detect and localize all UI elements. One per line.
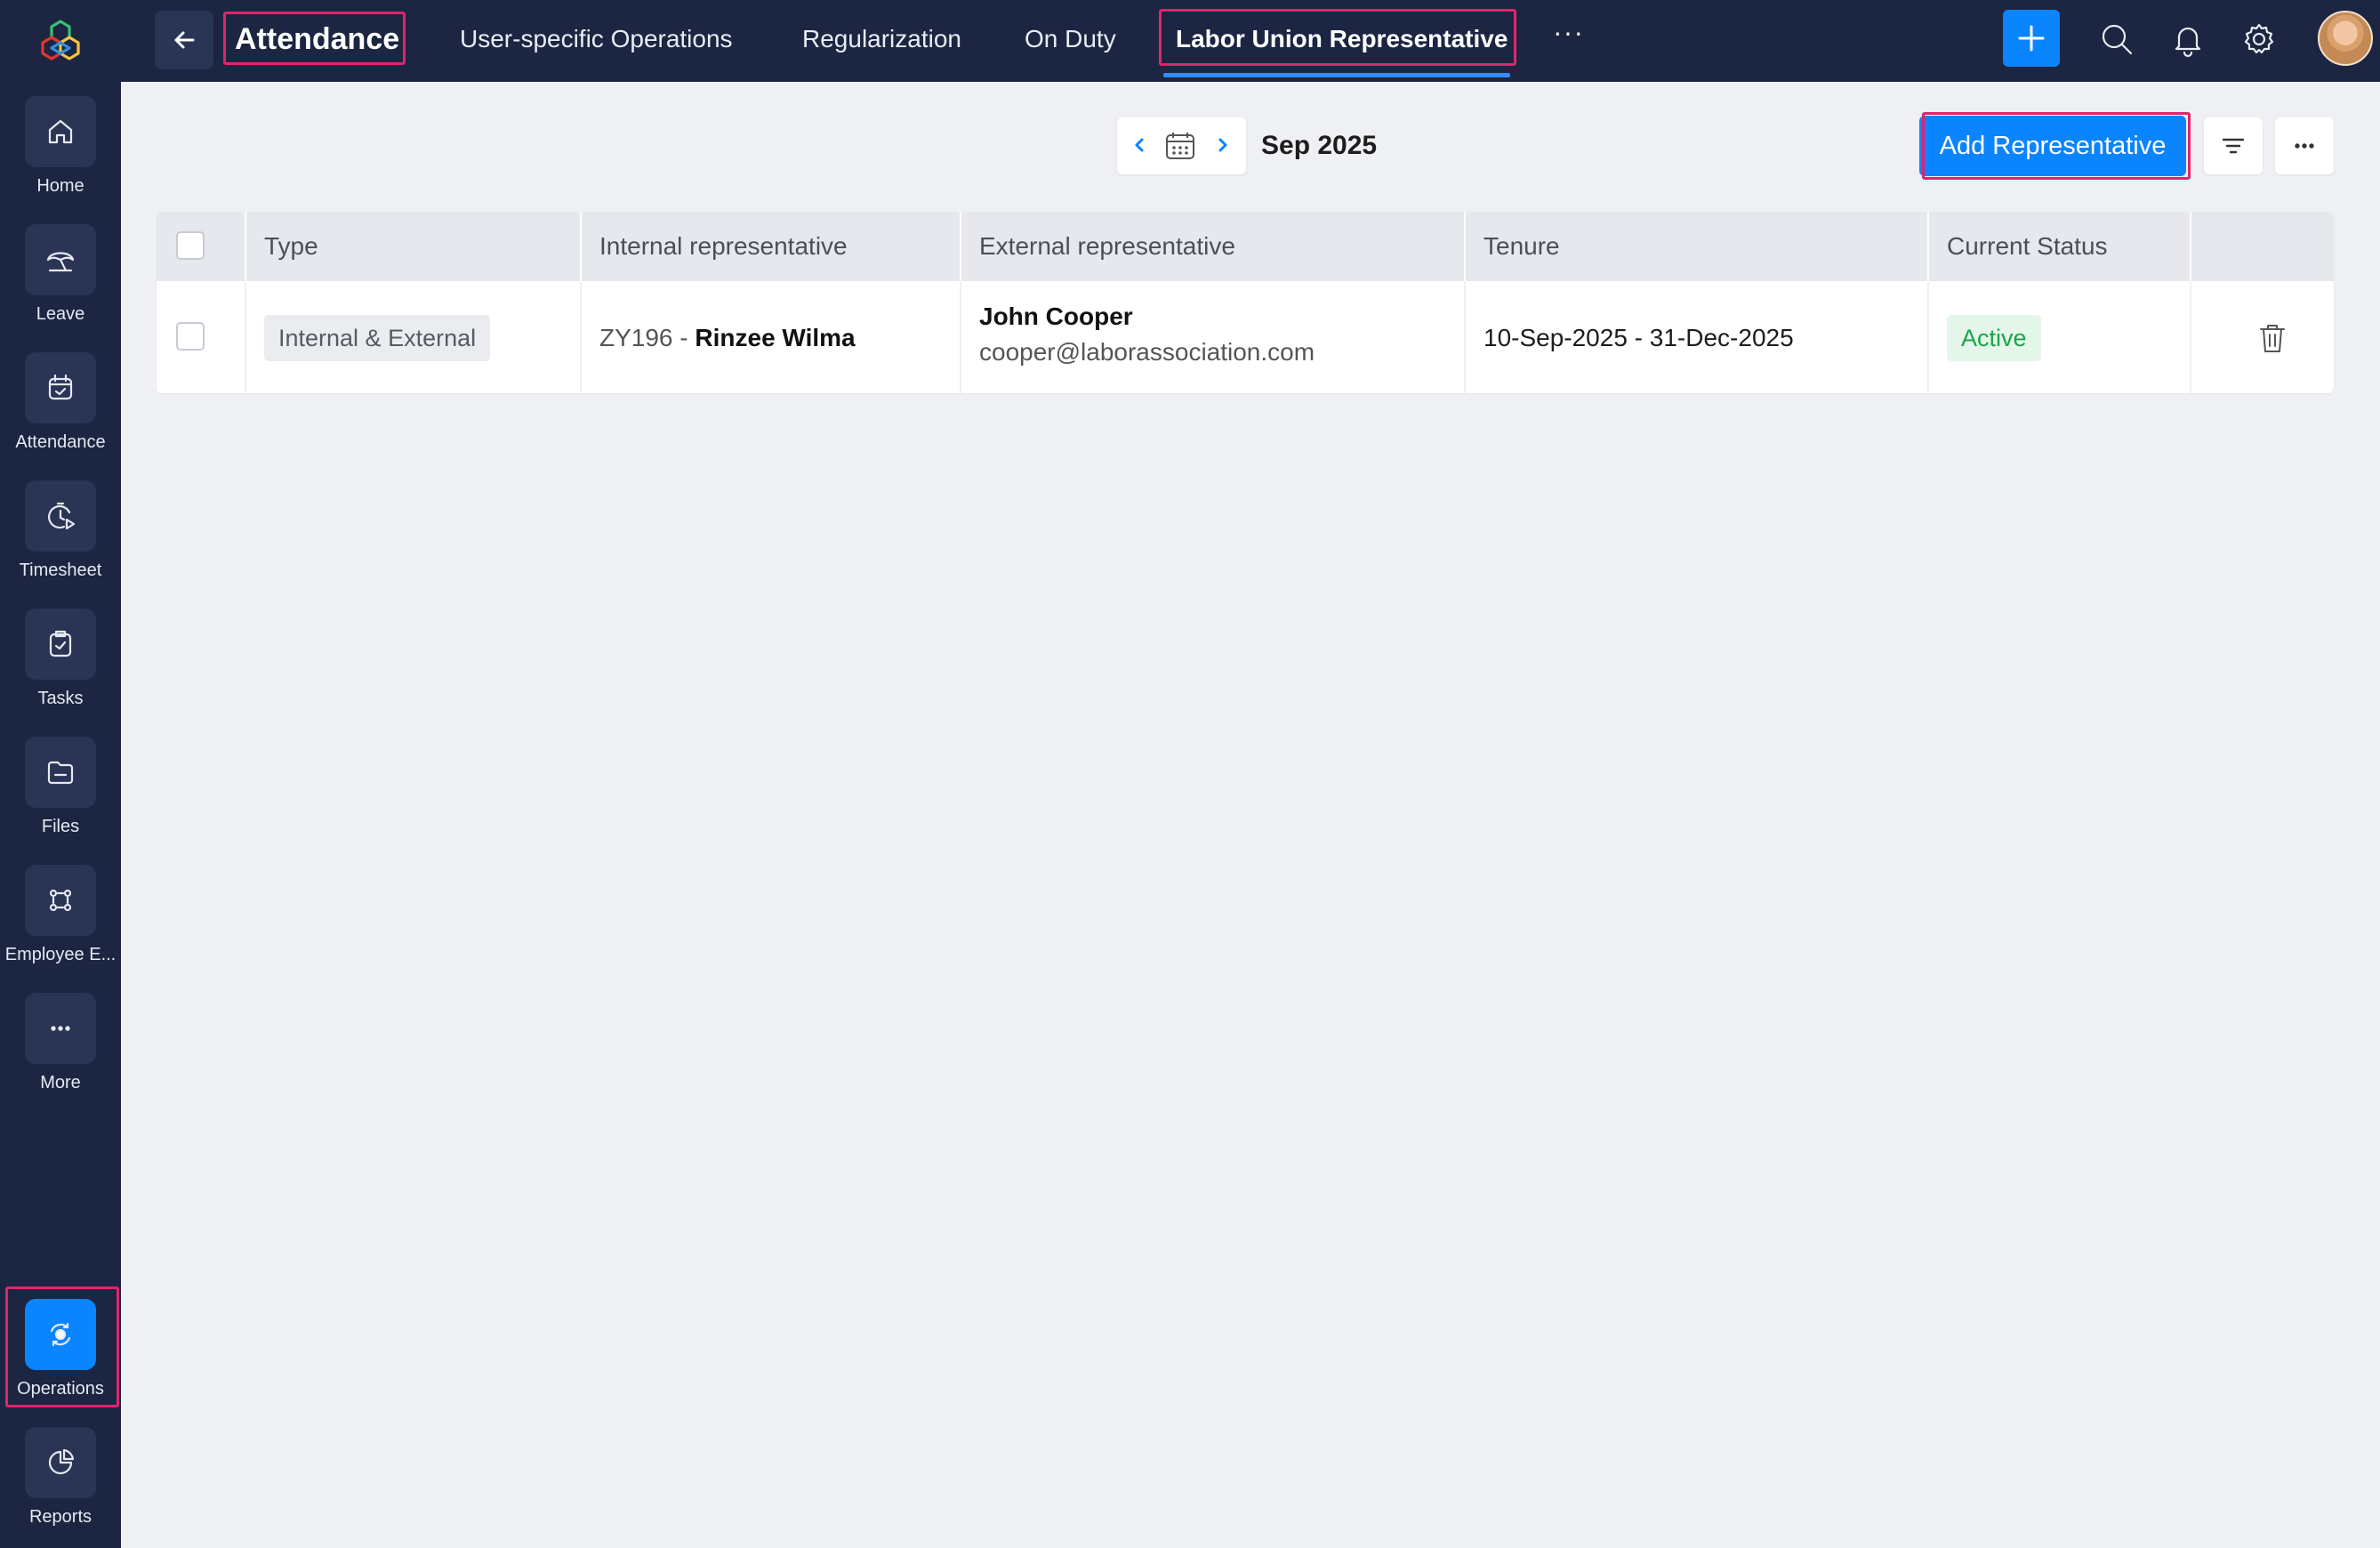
- actions-cell: [2191, 281, 2334, 393]
- calendar-check-icon: [25, 352, 96, 423]
- back-button[interactable]: [155, 11, 213, 69]
- clipboard-check-icon: [25, 609, 96, 680]
- home-icon: [25, 96, 96, 167]
- select-all-checkbox[interactable]: [176, 231, 205, 260]
- tab-labor-union-representative[interactable]: Labor Union Representative: [1176, 20, 1508, 59]
- sidebar-item-label: Leave: [36, 304, 85, 324]
- employee-id: ZY196 -: [599, 324, 696, 351]
- type-badge: Internal & External: [264, 315, 491, 361]
- chevron-left-icon: [1135, 138, 1144, 152]
- avatar[interactable]: [2318, 11, 2373, 66]
- app-logo[interactable]: [34, 14, 87, 68]
- more-horizontal-icon: [2295, 143, 2314, 149]
- arrow-left-icon: [174, 31, 195, 49]
- operations-icon: [25, 1299, 96, 1370]
- external-representative-cell: John Cooper cooper@laborassociation.com: [961, 281, 1466, 393]
- trash-icon: [2260, 325, 2285, 352]
- tenure-cell: 10-Sep-2025 - 31-Dec-2025: [1466, 281, 1929, 393]
- sidebar-item-label: Operations: [17, 1379, 104, 1399]
- internal-representative-cell: ZY196 - Rinzee Wilma: [582, 281, 961, 393]
- sidebar-item-label: Tasks: [37, 689, 84, 708]
- sidebar-item-attendance[interactable]: Attendance: [0, 352, 121, 473]
- more-actions-button[interactable]: [2275, 117, 2334, 174]
- active-tab-indicator: [1163, 73, 1510, 77]
- row-select-cell: [157, 281, 246, 393]
- sidebar-item-timesheet[interactable]: Timesheet: [0, 480, 121, 601]
- sidebar-item-label: Attendance: [15, 432, 106, 452]
- table-header: Type Internal representative External re…: [157, 212, 2334, 281]
- next-month-button[interactable]: [1210, 132, 1236, 158]
- sidebar-item-label: Files: [41, 817, 80, 836]
- tab-user-specific-operations[interactable]: User-specific Operations: [460, 20, 733, 59]
- sidebar-item-label: Reports: [28, 1507, 92, 1527]
- folder-icon: [25, 737, 96, 808]
- delete-button[interactable]: [2255, 320, 2289, 356]
- sidebar-item-label: Timesheet: [19, 560, 102, 580]
- sidebar-item-tasks[interactable]: Tasks: [0, 609, 121, 730]
- filter-button[interactable]: [2204, 117, 2263, 174]
- top-bar: Attendance User-specific Operations Regu…: [121, 0, 2380, 82]
- sidebar: Home Leave Attendance Timesheet Tasks Fi…: [0, 0, 121, 1548]
- status-badge: Active: [1947, 315, 2041, 361]
- settings-button[interactable]: [2239, 20, 2279, 59]
- sidebar-item-label: More: [40, 1073, 81, 1092]
- notifications-button[interactable]: [2168, 20, 2207, 59]
- search-button[interactable]: [2097, 20, 2136, 59]
- row-checkbox[interactable]: [176, 322, 205, 351]
- sidebar-item-more[interactable]: More: [0, 993, 121, 1114]
- sidebar-item-reports[interactable]: Reports: [0, 1427, 121, 1548]
- sidebar-item-label: Employee E...: [4, 945, 117, 964]
- type-cell: Internal & External: [246, 281, 582, 393]
- bell-icon: [2175, 27, 2201, 58]
- tabs-more-button[interactable]: ···: [1553, 16, 1584, 49]
- column-header-current-status[interactable]: Current Status: [1929, 212, 2191, 281]
- tenure-range: 10-Sep-2025 - 31-Dec-2025: [1483, 324, 1794, 351]
- gear-icon: [2244, 23, 2274, 54]
- chevron-right-icon: [1218, 138, 1227, 152]
- column-header-external-representative[interactable]: External representative: [961, 212, 1466, 281]
- column-header-type[interactable]: Type: [246, 212, 582, 281]
- column-header-actions: [2191, 212, 2334, 281]
- plus-icon: [2018, 25, 2045, 52]
- column-header-tenure[interactable]: Tenure: [1466, 212, 1929, 281]
- selected-period: Sep 2025: [1261, 131, 1378, 160]
- date-navigator: [1117, 117, 1246, 174]
- previous-month-button[interactable]: [1126, 132, 1153, 158]
- sidebar-item-leave[interactable]: Leave: [0, 224, 121, 345]
- module-title: Attendance: [235, 22, 400, 56]
- column-header-internal-representative[interactable]: Internal representative: [582, 212, 961, 281]
- logo-icon: [41, 20, 80, 60]
- sidebar-item-label: Home: [36, 176, 84, 196]
- select-all-cell: [157, 212, 246, 281]
- search-icon: [2102, 24, 2133, 55]
- calendar-icon: [1166, 133, 1194, 159]
- internal-representative[interactable]: ZY196 - Rinzee Wilma: [599, 320, 856, 356]
- timer-icon: [25, 480, 96, 552]
- table-row[interactable]: Internal & External ZY196 - Rinzee Wilma…: [157, 281, 2334, 393]
- filter-icon: [2222, 138, 2245, 154]
- pie-chart-icon: [25, 1427, 96, 1498]
- status-cell: Active: [1929, 281, 2191, 393]
- sidebar-item-home[interactable]: Home: [0, 96, 121, 217]
- tab-regularization[interactable]: Regularization: [802, 20, 961, 59]
- external-representative-email: cooper@laborassociation.com: [979, 338, 1315, 366]
- engagement-icon: [25, 865, 96, 936]
- quick-add-button[interactable]: [2003, 10, 2060, 67]
- representatives-table: Type Internal representative External re…: [157, 212, 2334, 393]
- sidebar-item-employee-engagement[interactable]: Employee E...: [0, 865, 121, 986]
- umbrella-icon: [25, 224, 96, 295]
- sidebar-item-files[interactable]: Files: [0, 737, 121, 858]
- external-representative-name: John Cooper: [979, 302, 1133, 330]
- add-representative-button[interactable]: Add Representative: [1919, 116, 2186, 176]
- employee-name: Rinzee Wilma: [695, 324, 856, 351]
- tab-on-duty[interactable]: On Duty: [1025, 20, 1116, 59]
- calendar-picker-button[interactable]: [1163, 130, 1197, 162]
- more-icon: [25, 993, 96, 1064]
- sidebar-item-operations[interactable]: Operations: [0, 1299, 121, 1420]
